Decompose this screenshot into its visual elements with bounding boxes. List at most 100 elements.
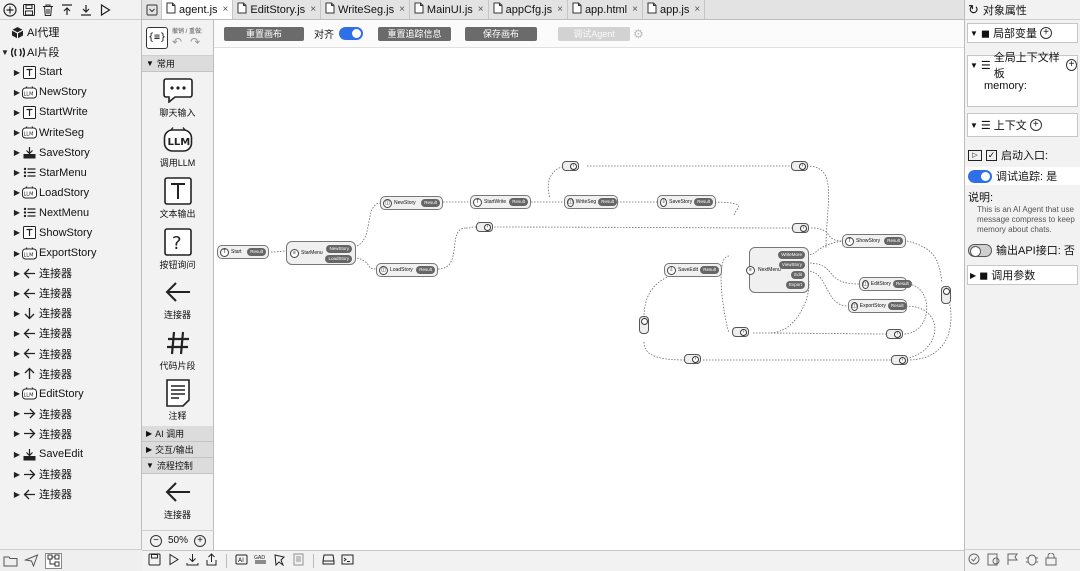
expand-icon[interactable]: ▶ — [12, 429, 22, 438]
tree-item[interactable]: ▶ 连接器 — [0, 303, 141, 323]
tree-item[interactable]: ▶ ShowStory — [0, 223, 141, 243]
palette-item[interactable]: 注释 — [142, 376, 213, 427]
tree-item[interactable]: ▶ 连接器 — [0, 283, 141, 303]
node-port[interactable]: WriteMore — [778, 251, 805, 259]
connector-vertical[interactable]: ˆ — [639, 316, 649, 334]
close-icon[interactable]: × — [399, 4, 405, 15]
trace-toggle[interactable] — [968, 169, 992, 183]
node-port[interactable]: LoadStory — [325, 255, 352, 263]
tree-item[interactable]: ▶ SaveStory — [0, 143, 141, 163]
node-port[interactable]: Result — [884, 237, 903, 245]
close-icon[interactable]: × — [310, 4, 316, 15]
node-newstory[interactable]: ◫ NewStory Result — [380, 196, 443, 210]
tree-item[interactable]: ▶ LLM NewStory — [0, 82, 141, 102]
expand-icon[interactable]: ▶ — [12, 269, 22, 278]
expand-icon[interactable]: ▶ — [12, 309, 22, 318]
tab-app-js[interactable]: app.js × — [643, 0, 706, 19]
close-icon[interactable]: × — [223, 4, 229, 15]
tree-item[interactable]: ▶ 连接器 — [0, 464, 141, 484]
node-port[interactable]: Result — [694, 198, 713, 206]
move-down-icon[interactable] — [78, 2, 93, 17]
close-icon[interactable]: × — [632, 4, 638, 15]
flag-icon[interactable] — [1006, 553, 1020, 569]
save-icon[interactable] — [148, 553, 161, 569]
tab-app-html[interactable]: app.html × — [568, 0, 643, 19]
node-port[interactable]: Result — [700, 266, 719, 274]
node-startwrite[interactable]: T StartWrite Result — [470, 195, 531, 209]
tree-item[interactable]: ▶ 连接器 — [0, 344, 141, 364]
expand-icon[interactable]: ▶ — [12, 188, 22, 197]
zoom-out-icon[interactable]: − — [149, 534, 162, 547]
node-port[interactable]: Result — [509, 198, 528, 206]
flow-canvas[interactable]: T Start Result ≡ StarMenu NewStory LoadS… — [214, 48, 964, 550]
ai-doc-icon[interactable]: AI — [235, 553, 248, 569]
node-savestory[interactable]: ⇩ SaveStory Result — [657, 195, 716, 209]
lock-icon[interactable] — [1044, 552, 1058, 569]
expand-icon[interactable]: ▶ — [12, 369, 22, 378]
expand-icon[interactable]: ▶ — [12, 108, 22, 117]
connector-node[interactable]: › — [792, 223, 809, 233]
tree-item[interactable]: ▶ LLM LoadStory — [0, 183, 141, 203]
node-nextmenu[interactable]: ≡ NextMenu WriteMore ViewStory Edit Expo… — [746, 247, 809, 293]
check-icon[interactable] — [968, 553, 982, 569]
expand-icon[interactable]: ▶ — [12, 450, 22, 459]
debug-agent-button[interactable]: 调试Agent — [558, 26, 630, 41]
gad-icon[interactable]: GAD — [254, 553, 267, 569]
palette-item[interactable]: 文本输出 — [142, 173, 213, 224]
collapse-icon[interactable]: ▼ — [0, 48, 10, 57]
expand-icon[interactable]: ▶ — [12, 128, 22, 137]
tree-item[interactable]: ▶ StarMenu — [0, 163, 141, 183]
expand-icon[interactable]: ▶ — [12, 88, 22, 97]
expand-icon[interactable]: ▶ — [12, 228, 22, 237]
save-canvas-button[interactable]: 保存画布 — [465, 26, 537, 41]
palette-item[interactable]: LLM 调用LLM — [142, 123, 213, 174]
node-port[interactable]: Export — [785, 281, 805, 289]
reset-canvas-button[interactable]: 重置画布 — [224, 26, 304, 41]
connector-node[interactable]: ‹ — [684, 354, 701, 364]
drive-icon[interactable] — [322, 553, 335, 569]
node-port[interactable]: Result — [893, 280, 912, 288]
section-interaction[interactable]: ▶ 交互/输出 — [142, 442, 213, 459]
book-icon[interactable] — [292, 553, 305, 569]
tree-item[interactable]: ▶ 连接器 — [0, 323, 141, 343]
palette-item[interactable]: 连接器 — [142, 274, 213, 325]
download-icon[interactable] — [186, 553, 199, 569]
node-exportstory[interactable]: ◫ ExportStory Result — [848, 299, 907, 313]
tree-item[interactable]: ▶ LLM ExportStory — [0, 243, 141, 263]
add-context-icon[interactable]: + — [1029, 119, 1042, 131]
connector-node[interactable]: › — [732, 327, 749, 337]
palette-item[interactable]: 代码片段 — [142, 325, 213, 376]
node-port[interactable]: NewStory — [326, 245, 352, 253]
node-start[interactable]: T Start Result — [217, 245, 269, 259]
section-ai-call[interactable]: ▶ AI 调用 — [142, 426, 213, 443]
share-icon[interactable] — [205, 553, 218, 569]
expand-icon[interactable]: ▶ — [12, 289, 22, 298]
tree-item[interactable]: ▶ LLM EditStory — [0, 384, 141, 404]
tree-item[interactable]: ▶ LLM WriteSeg — [0, 122, 141, 142]
collapse-icon[interactable]: ▼ — [970, 121, 978, 130]
tree-item[interactable]: AI代理 — [0, 22, 141, 42]
terminal-icon[interactable] — [341, 553, 354, 569]
tree-item[interactable]: ▶ 连接器 — [0, 364, 141, 384]
expand-icon[interactable]: ▶ — [12, 208, 22, 217]
tab-writeseg-js[interactable]: WriteSeg.js × — [321, 0, 410, 19]
palette-item[interactable]: 聊天输入 — [142, 72, 213, 123]
node-port[interactable]: Result — [416, 266, 435, 274]
expand-icon[interactable]: ▶ — [12, 470, 22, 479]
close-icon[interactable]: × — [694, 4, 700, 15]
node-port[interactable]: Result — [598, 198, 617, 206]
add-global-context-icon[interactable]: + — [1066, 59, 1077, 71]
collapse-icon[interactable]: ▼ — [970, 29, 978, 38]
connector-vertical[interactable]: ˇ — [941, 286, 951, 304]
play-icon[interactable] — [167, 553, 180, 569]
tree-item[interactable]: ▶ 连接器 — [0, 263, 141, 283]
tree-item[interactable]: ▶ SaveEdit — [0, 444, 141, 464]
pin-icon[interactable] — [273, 553, 286, 569]
connector-node[interactable]: ‹ — [886, 329, 903, 339]
node-saveedit[interactable]: ⇩ SaveEdit Result — [664, 263, 722, 277]
tree-item[interactable]: ▶ StartWrite — [0, 102, 141, 122]
tree-item[interactable]: ▶ 连接器 — [0, 404, 141, 424]
send-icon[interactable] — [24, 553, 39, 568]
checkbox-icon[interactable]: ✓ — [986, 149, 997, 161]
tree-item[interactable]: ▶ 连接器 — [0, 484, 141, 504]
